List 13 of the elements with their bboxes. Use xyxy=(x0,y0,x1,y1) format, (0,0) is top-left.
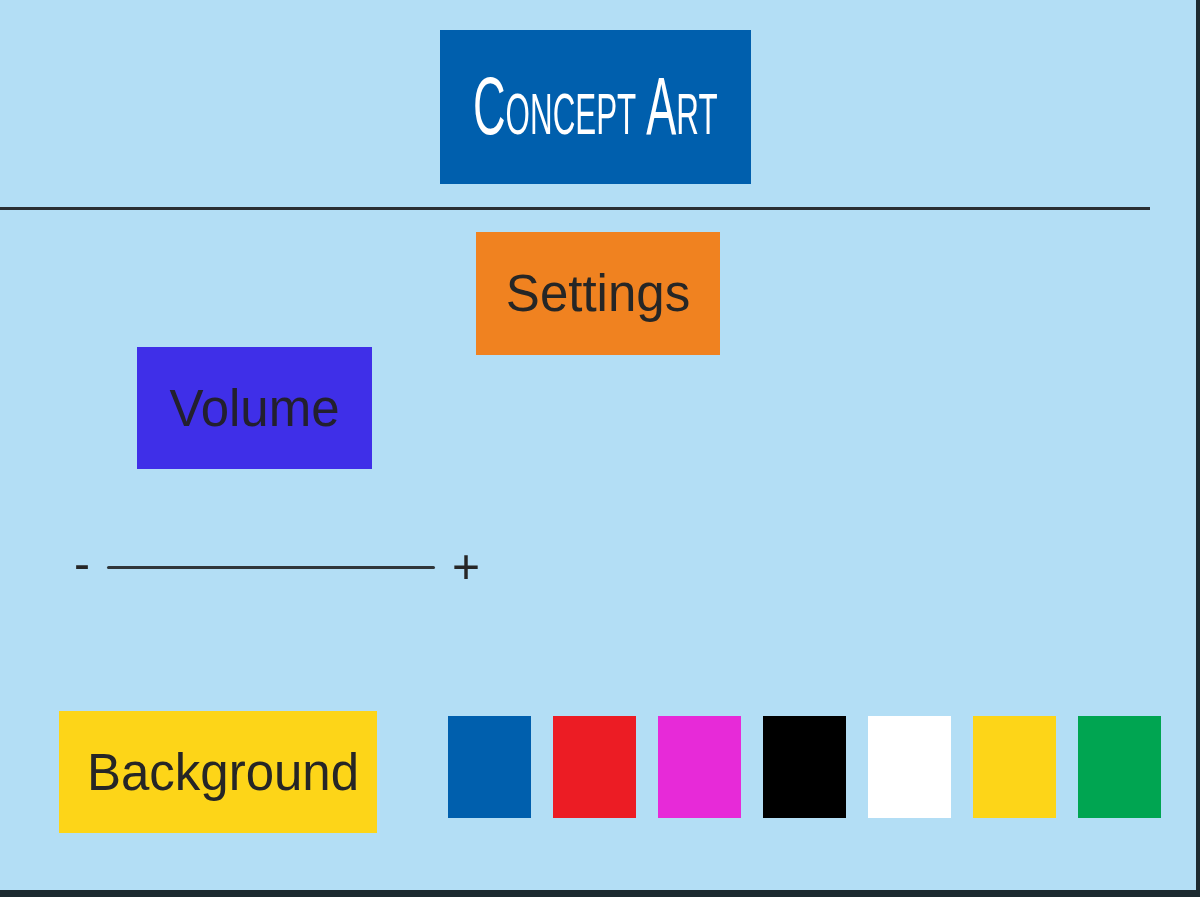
color-swatch-icon[interactable] xyxy=(553,716,636,818)
minus-sign: - xyxy=(74,540,90,588)
color-swatch-icon[interactable] xyxy=(763,716,846,818)
color-swatch-icon[interactable] xyxy=(973,716,1056,818)
settings-heading: Settings xyxy=(476,232,720,355)
color-swatch-icon[interactable] xyxy=(658,716,741,818)
background-label: Background xyxy=(59,711,377,833)
color-swatch-icon[interactable] xyxy=(868,716,951,818)
volume-label: Volume xyxy=(137,347,372,469)
color-swatch-icon[interactable] xyxy=(1078,716,1161,818)
plus-sign: + xyxy=(452,543,480,591)
title-banner: Concept Art xyxy=(440,30,751,184)
color-swatch-icon[interactable] xyxy=(448,716,531,818)
